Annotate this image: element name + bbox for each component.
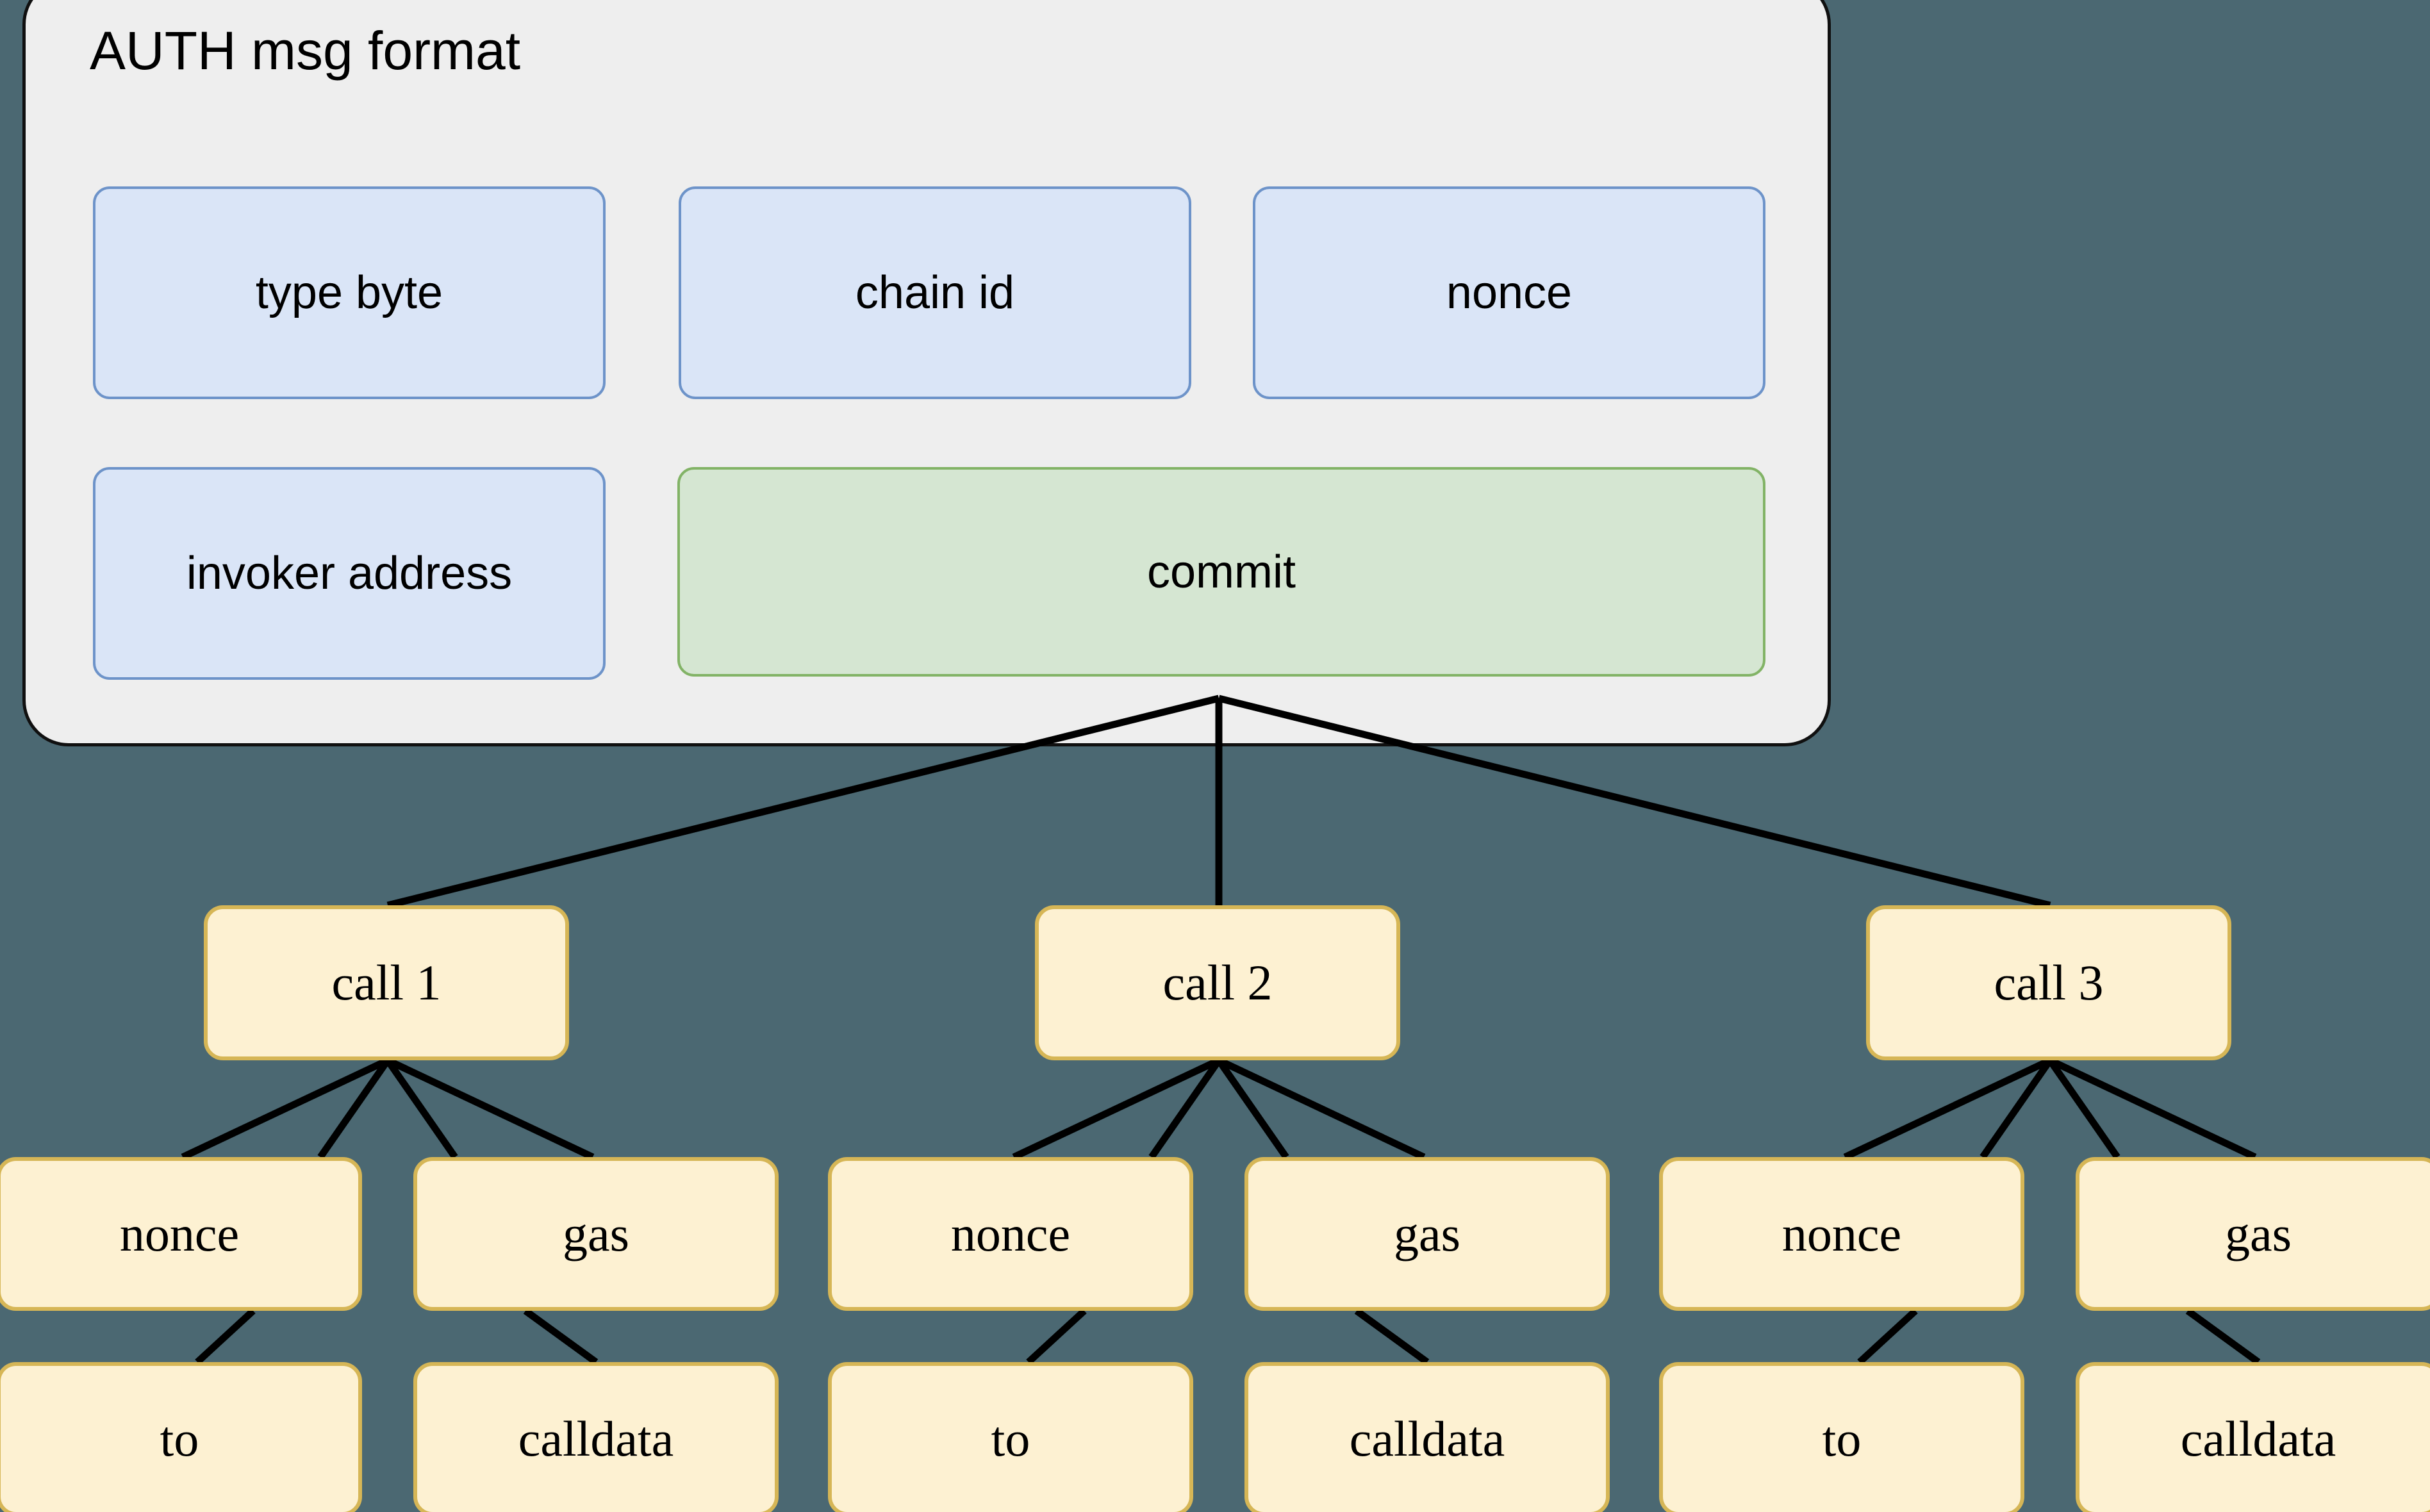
- field-type-byte[interactable]: type byte: [93, 186, 606, 399]
- auth-msg-format-panel: AUTH msg format type byte chain id nonce…: [22, 0, 1831, 746]
- field-nonce[interactable]: nonce: [1253, 186, 1765, 399]
- edge-call1-gas: [384, 1058, 458, 1160]
- edge-call2-gas: [1216, 1058, 1289, 1160]
- edge-call2-nonce: [1012, 1057, 1221, 1160]
- edge-call1-nonce-b: [317, 1058, 391, 1160]
- edge-call2-nonce-b: [1148, 1058, 1222, 1160]
- diagram-canvas: AUTH msg format type byte chain id nonce…: [0, 0, 2430, 1512]
- edge-call1-nonce: [181, 1057, 390, 1160]
- node-call-3-to[interactable]: to: [1659, 1362, 2024, 1512]
- node-call-1-nonce[interactable]: nonce: [0, 1157, 362, 1311]
- node-call-2-gas[interactable]: gas: [1244, 1157, 1610, 1311]
- edge-call2-gas-b: [1217, 1057, 1426, 1160]
- edge-call3-nonce-to: [1857, 1308, 1918, 1365]
- edge-call1-nonce-to: [195, 1308, 256, 1365]
- edge-call3-gas: [2047, 1058, 2120, 1160]
- edge-call3-nonce: [1843, 1057, 2052, 1160]
- node-call-1-gas[interactable]: gas: [413, 1157, 779, 1311]
- node-call-1-to[interactable]: to: [0, 1362, 362, 1512]
- node-call-3-gas[interactable]: gas: [2076, 1157, 2430, 1311]
- edge-call3-gas-b: [2048, 1057, 2257, 1160]
- node-call-2-calldata[interactable]: calldata: [1244, 1362, 1610, 1512]
- panel-title: AUTH msg format: [90, 21, 521, 81]
- field-chain-id[interactable]: chain id: [679, 186, 1191, 399]
- node-call-2[interactable]: call 2: [1035, 905, 1400, 1060]
- edge-call1-gas-b: [386, 1057, 595, 1160]
- field-commit[interactable]: commit: [677, 467, 1765, 677]
- edge-call2-nonce-to: [1026, 1308, 1087, 1365]
- node-call-2-to[interactable]: to: [828, 1362, 1193, 1512]
- edge-call3-nonce-b: [1980, 1058, 2053, 1160]
- field-invoker-address[interactable]: invoker address: [93, 467, 606, 680]
- edge-call3-gas-calldata: [2185, 1308, 2261, 1365]
- node-call-1-calldata[interactable]: calldata: [413, 1362, 779, 1512]
- node-call-3[interactable]: call 3: [1866, 905, 2231, 1060]
- node-call-2-nonce[interactable]: nonce: [828, 1157, 1193, 1311]
- node-call-1[interactable]: call 1: [204, 905, 569, 1060]
- edge-call1-gas-calldata: [523, 1308, 599, 1365]
- edge-call2-gas-calldata: [1354, 1308, 1430, 1365]
- node-call-3-calldata[interactable]: calldata: [2076, 1362, 2430, 1512]
- node-call-3-nonce[interactable]: nonce: [1659, 1157, 2024, 1311]
